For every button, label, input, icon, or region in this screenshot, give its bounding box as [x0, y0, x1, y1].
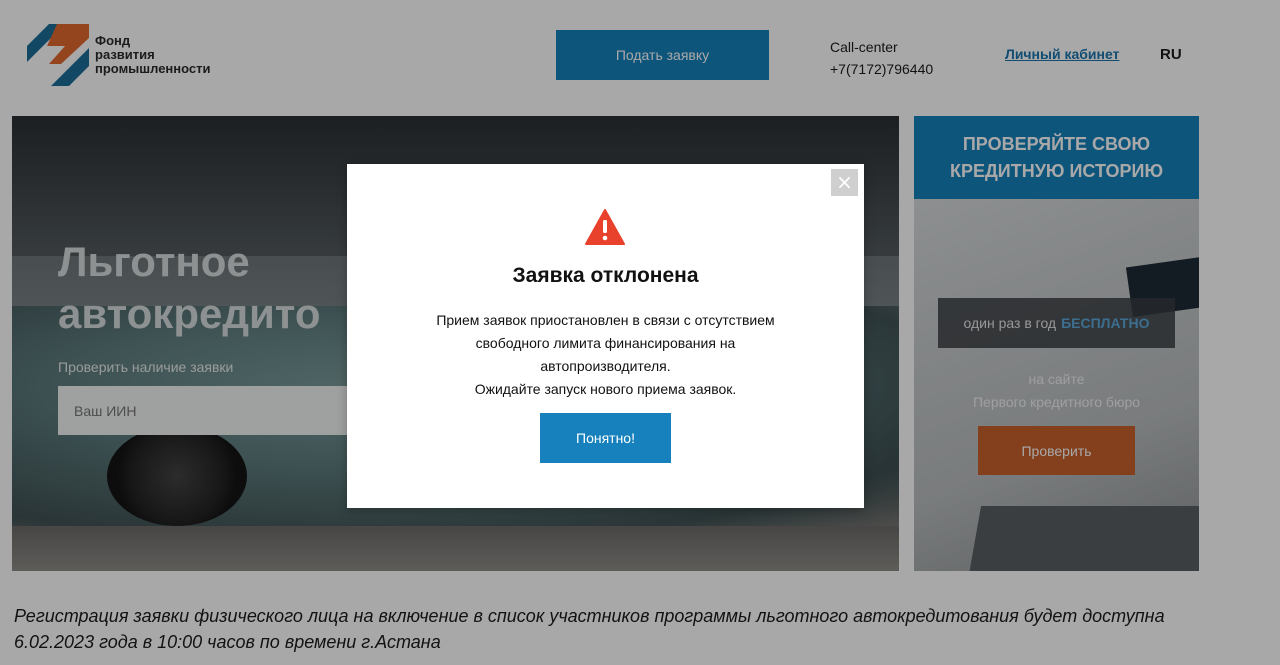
rejection-modal: × Заявка отклонена Прием заявок приостан…: [347, 164, 864, 508]
modal-message-line: автопроизводителя.: [540, 358, 671, 374]
ok-button[interactable]: Понятно!: [540, 413, 671, 463]
modal-title: Заявка отклонена: [512, 264, 699, 287]
modal-message-line: Ожидайте запуск нового приема заявок.: [474, 381, 737, 397]
warning-icon: [585, 209, 625, 245]
modal-message-line: свободного лимита финансирования на: [475, 335, 736, 351]
close-icon[interactable]: ×: [831, 169, 858, 196]
modal-message: Прием заявок приостановлен в связи с отс…: [377, 309, 834, 401]
modal-message-line: Прием заявок приостановлен в связи с отс…: [436, 312, 775, 328]
